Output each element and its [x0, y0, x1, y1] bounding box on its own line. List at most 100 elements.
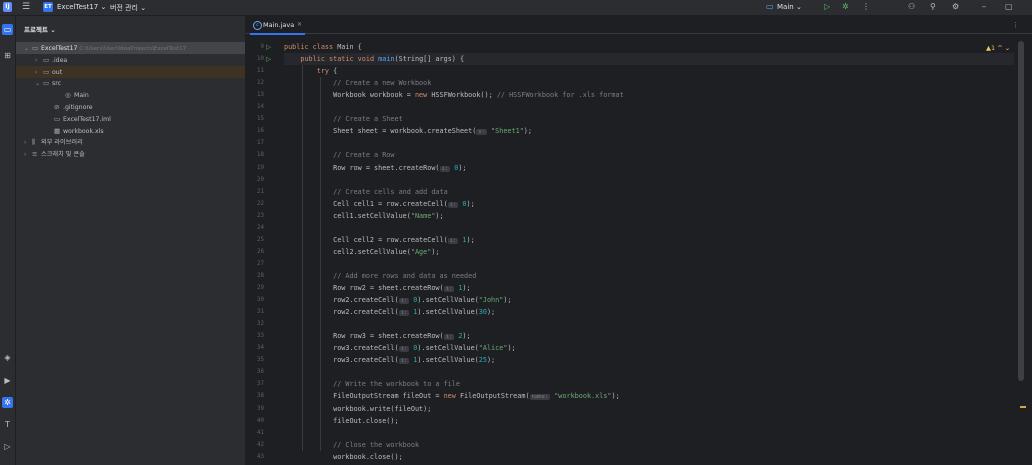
more-actions-icon[interactable]: ⋮: [862, 2, 870, 11]
line-number: 40: [257, 417, 264, 424]
folder-icon: ▭: [54, 114, 61, 123]
close-tab-icon[interactable]: ✕: [297, 21, 302, 28]
code-line[interactable]: // Create a new Workbook: [284, 77, 431, 89]
project-tool-icon[interactable]: ▭: [2, 24, 13, 35]
run-config-selector[interactable]: Main ⌄: [777, 3, 802, 11]
editor-scrollbar[interactable]: [1018, 41, 1024, 381]
line-number: 17: [257, 140, 264, 147]
line-number: 9: [260, 44, 265, 50]
tree-item-label: workbook.xls: [63, 127, 104, 135]
code-line[interactable]: public class Main {: [284, 41, 362, 53]
line-number: 20: [257, 176, 264, 183]
line-number: 16: [257, 128, 264, 135]
line-number: 39: [257, 405, 264, 412]
line-number: 15: [257, 116, 264, 123]
code-line[interactable]: Cell cell2 = row.createCell(i: 1);: [284, 234, 475, 246]
scrollbar-warning-marker: [1020, 406, 1026, 408]
line-number: 28: [257, 272, 264, 279]
line-number: 24: [257, 224, 264, 231]
code-line[interactable]: Row row2 = sheet.createRow(i: 1);: [284, 282, 471, 294]
tree-item-label: out: [52, 68, 63, 76]
warnings-indicator[interactable]: ▲1 ^ ⌄: [986, 44, 1010, 52]
services-tool-icon[interactable]: ◈: [2, 352, 13, 363]
tree-item-idea[interactable]: › ▭ .idea: [16, 54, 245, 66]
code-line[interactable]: // Add more rows and data as needed: [284, 270, 476, 282]
line-number: 18: [257, 152, 264, 159]
folder-icon: ▭: [43, 55, 50, 64]
debug-tool-icon[interactable]: ✲: [2, 397, 13, 408]
line-number: 21: [257, 188, 264, 195]
code-line[interactable]: workbook.write(fileOut);: [284, 403, 431, 415]
tree-item-out[interactable]: › ▭ out: [16, 65, 245, 78]
line-number: 43: [257, 453, 264, 460]
main-menu-icon[interactable]: ☰: [22, 2, 30, 12]
restore-icon[interactable]: ▢: [1005, 2, 1013, 11]
code-line[interactable]: // Close the workbook: [284, 439, 419, 451]
expand-chevron-icon[interactable]: ›: [24, 149, 32, 161]
settings-gear-icon[interactable]: ⚙: [952, 2, 959, 11]
add-user-icon[interactable]: ⚇: [908, 2, 915, 11]
tab-options-icon[interactable]: ⋮: [1012, 21, 1019, 29]
code-line[interactable]: row2.createCell(i: 1).setCellValue(30);: [284, 306, 495, 318]
intellij-logo-icon[interactable]: IJ: [3, 2, 12, 12]
code-line[interactable]: Cell cell1 = row.createCell(i: 0);: [284, 198, 475, 210]
code-line[interactable]: FileOutputStream fileOut = new FileOutpu…: [284, 390, 620, 402]
line-number: 10: [257, 56, 264, 63]
run-config-icon: ▭: [766, 2, 774, 11]
code-line[interactable]: public static void main(String[] args) {: [284, 53, 464, 65]
line-number: 34: [257, 345, 264, 352]
project-badge-icon[interactable]: ET: [43, 2, 53, 12]
code-line[interactable]: workbook.close();: [284, 451, 403, 463]
code-line[interactable]: // Create a Sheet: [284, 113, 403, 125]
tree-item-label: ExcelTest17: [41, 45, 78, 52]
run-tool-icon[interactable]: ▶: [2, 375, 13, 386]
project-switcher[interactable]: ExcelTest17 ⌄: [57, 3, 106, 11]
search-icon[interactable]: ⚲: [930, 2, 936, 11]
debug-icon[interactable]: ✲: [842, 2, 849, 11]
line-number: 25: [257, 236, 264, 243]
project-panel: 프로젝트 ⌄ ⌄ ▭ ExcelTest17 C:\Users\User\IdeaP…: [16, 16, 246, 465]
terminal-tool-icon[interactable]: T: [2, 419, 13, 430]
code-line[interactable]: row3.createCell(i: 1).setCellValue(25);: [284, 354, 495, 366]
project-panel-title[interactable]: 프로젝트 ⌄: [24, 24, 56, 34]
gutter-run-icon[interactable]: ▷: [266, 53, 271, 65]
vcs-label: 버전 관리: [110, 4, 138, 12]
code-line[interactable]: Row row = sheet.createRow(i: 0);: [284, 162, 467, 174]
code-line[interactable]: Workbook workbook = new HSSFWorkbook(); …: [284, 89, 624, 101]
code-line[interactable]: fileOut.close();: [284, 415, 398, 427]
vcs-menu[interactable]: 버전 관리 ⌄: [110, 3, 146, 13]
gutter-run-icon[interactable]: ▷: [266, 41, 271, 53]
run-icon[interactable]: ▷: [824, 2, 830, 11]
tree-item-exceltest17[interactable]: ⌄ ▭ ExcelTest17 C:\Users\User\IdeaProjects…: [16, 42, 245, 54]
code-line[interactable]: cell1.setCellValue("Name");: [284, 210, 444, 222]
line-number: 27: [257, 260, 264, 267]
tree-item-gitignore[interactable]: ⊘ .gitignore: [16, 101, 245, 113]
line-number: 11: [257, 68, 264, 75]
code-line[interactable]: // Write the workbook to a file: [284, 378, 460, 390]
run-window-icon[interactable]: ▷: [2, 441, 13, 452]
chevron-down-icon: ⌄: [50, 26, 56, 34]
chevron-down-icon: ⌄: [140, 4, 147, 12]
code-line[interactable]: Row row3 = sheet.createRow(i: 2);: [284, 330, 471, 342]
tree-item-[interactable]: › ⫼ 외부 라이브러리: [16, 136, 245, 148]
tree-item-main[interactable]: ◎ Main: [16, 89, 245, 101]
tree-item-label: Main: [74, 92, 89, 100]
folder-icon: ⊘: [54, 103, 60, 111]
tree-item-[interactable]: › ≡ 스크래치 및 콘솔: [16, 148, 245, 160]
code-line[interactable]: try {: [284, 65, 337, 77]
code-line[interactable]: Sheet sheet = workbook.createSheet(s: "S…: [284, 125, 532, 137]
line-number: 22: [257, 200, 264, 207]
structure-tool-icon[interactable]: ⊞: [2, 50, 13, 61]
tree-item-workbook-xls[interactable]: ▦ workbook.xls: [16, 125, 245, 137]
code-line[interactable]: row2.createCell(i: 0).setCellValue("John…: [284, 294, 512, 306]
tree-item-label: 스크래치 및 콘솔: [41, 151, 85, 159]
code-line[interactable]: cell2.setCellValue("Age");: [284, 246, 439, 258]
code-line[interactable]: // Create a Row: [284, 149, 394, 161]
line-number: 41: [257, 429, 264, 436]
code-line[interactable]: row3.createCell(i: 0).setCellValue("Alic…: [284, 342, 516, 354]
tree-item-label: 외부 라이브러리: [41, 139, 83, 147]
tree-item-exceltest17-iml[interactable]: ▭ ExcelTest17.iml: [16, 113, 245, 125]
tree-item-src[interactable]: ⌄ ▭ src: [16, 77, 245, 89]
code-line[interactable]: // Create cells and add data: [284, 186, 448, 198]
minimize-icon[interactable]: –: [982, 2, 986, 11]
